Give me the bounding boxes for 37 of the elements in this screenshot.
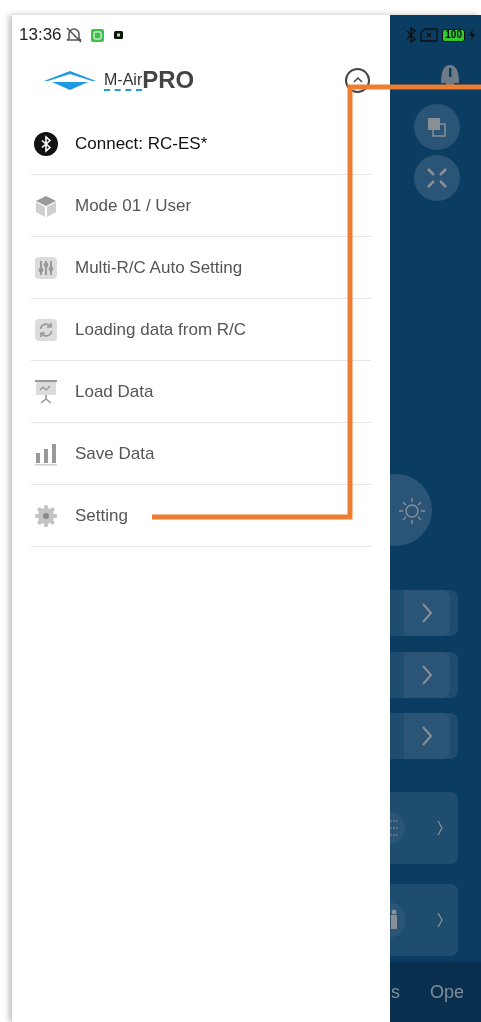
bottom-tab[interactable]: Ope <box>430 978 465 1006</box>
app-icon <box>113 31 123 39</box>
presentation-board-icon <box>34 379 58 404</box>
no-sim-icon <box>420 28 439 42</box>
menu-item[interactable]: Save Data <box>31 423 371 485</box>
menu-item[interactable]: Loading data from R/C <box>31 299 371 361</box>
chevron-right-icon <box>421 725 433 747</box>
menu-item[interactable]: Mode 01 / User <box>31 175 371 237</box>
app-icon <box>90 28 104 42</box>
mode-icon-button[interactable] <box>414 104 460 150</box>
sliders-icon <box>34 255 58 280</box>
chevron-right-icon <box>421 602 433 624</box>
menu-item[interactable]: Load Data <box>31 361 371 423</box>
menu-item[interactable]: Connect: RC-ES* <box>31 113 371 175</box>
sync-icon <box>34 317 58 342</box>
cube-icon <box>34 193 58 218</box>
collapse-button[interactable] <box>345 67 370 93</box>
menu-item[interactable]: Multi-R/C Auto Setting <box>31 237 371 299</box>
overlay-squares-icon <box>427 117 447 137</box>
bluetooth-icon <box>406 27 417 43</box>
app-logo: M-AirPRO <box>104 68 195 92</box>
battery-indicator: 100 <box>442 28 465 42</box>
mute-icon <box>64 26 83 44</box>
bar-chart-icon <box>34 441 58 466</box>
logo-mark-icon <box>42 69 98 91</box>
charging-icon <box>469 29 475 41</box>
expand-icon-button[interactable] <box>414 155 460 201</box>
person-card[interactable] <box>390 884 458 956</box>
arrows-inward-icon <box>426 167 448 189</box>
gear-icon <box>34 503 58 528</box>
chevron-up-icon <box>352 77 363 83</box>
chevron-right-icon <box>421 664 433 686</box>
bottom-tab[interactable]: s <box>391 978 400 1006</box>
status-time: 13:36 <box>19 24 62 47</box>
bluetooth-icon <box>34 131 58 156</box>
menu-item[interactable]: Setting <box>31 485 371 547</box>
sun-icon <box>398 497 426 525</box>
